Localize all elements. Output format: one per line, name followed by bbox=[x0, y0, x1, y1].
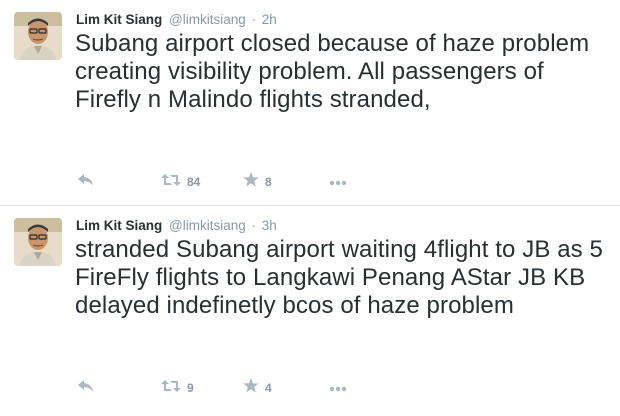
retweet-button[interactable]: 9 bbox=[161, 378, 194, 398]
more-button[interactable] bbox=[329, 378, 347, 398]
reply-icon bbox=[77, 379, 95, 398]
tweet-timestamp[interactable]: 2h bbox=[262, 12, 277, 27]
reply-button[interactable] bbox=[77, 378, 95, 398]
retweet-icon bbox=[161, 173, 181, 192]
retweet-icon bbox=[161, 379, 181, 398]
tweet-header: Lim Kit Siang @limkitsiang · 3h bbox=[76, 217, 277, 235]
favorite-count: 8 bbox=[265, 175, 272, 189]
tweet-timestamp[interactable]: 3h bbox=[262, 218, 277, 233]
tweet[interactable]: Lim Kit Siang @limkitsiang · 2h Subang a… bbox=[0, 0, 620, 205]
tweet-text: Subang airport closed because of haze pr… bbox=[75, 30, 590, 113]
more-dots-icon bbox=[329, 173, 347, 191]
avatar[interactable] bbox=[14, 12, 62, 60]
separator: · bbox=[251, 12, 257, 27]
more-dots-icon bbox=[329, 379, 347, 397]
reply-button[interactable] bbox=[77, 172, 95, 192]
reply-icon bbox=[77, 173, 95, 192]
separator: · bbox=[251, 218, 257, 233]
tweet-text: stranded Subang airport waiting 4flight … bbox=[75, 236, 603, 319]
user-handle[interactable]: @limkitsiang bbox=[169, 12, 246, 27]
user-handle[interactable]: @limkitsiang bbox=[169, 218, 246, 233]
retweet-button[interactable]: 84 bbox=[161, 172, 200, 192]
avatar[interactable] bbox=[14, 218, 62, 266]
tweet[interactable]: Lim Kit Siang @limkitsiang · 3h stranded… bbox=[0, 206, 620, 416]
retweet-count: 9 bbox=[187, 381, 194, 395]
user-name[interactable]: Lim Kit Siang bbox=[76, 218, 162, 233]
user-name[interactable]: Lim Kit Siang bbox=[76, 12, 162, 27]
favorite-count: 4 bbox=[265, 381, 272, 395]
more-button[interactable] bbox=[329, 172, 347, 192]
retweet-count: 84 bbox=[187, 175, 201, 189]
star-icon bbox=[243, 378, 259, 398]
tweet-actions: 84 8 bbox=[77, 172, 377, 192]
star-icon bbox=[243, 172, 259, 192]
favorite-button[interactable]: 8 bbox=[243, 172, 272, 192]
tweet-header: Lim Kit Siang @limkitsiang · 2h bbox=[76, 11, 277, 29]
tweet-actions: 9 4 bbox=[77, 378, 377, 398]
favorite-button[interactable]: 4 bbox=[243, 378, 272, 398]
tweet-feed: Lim Kit Siang @limkitsiang · 2h Subang a… bbox=[0, 0, 620, 416]
